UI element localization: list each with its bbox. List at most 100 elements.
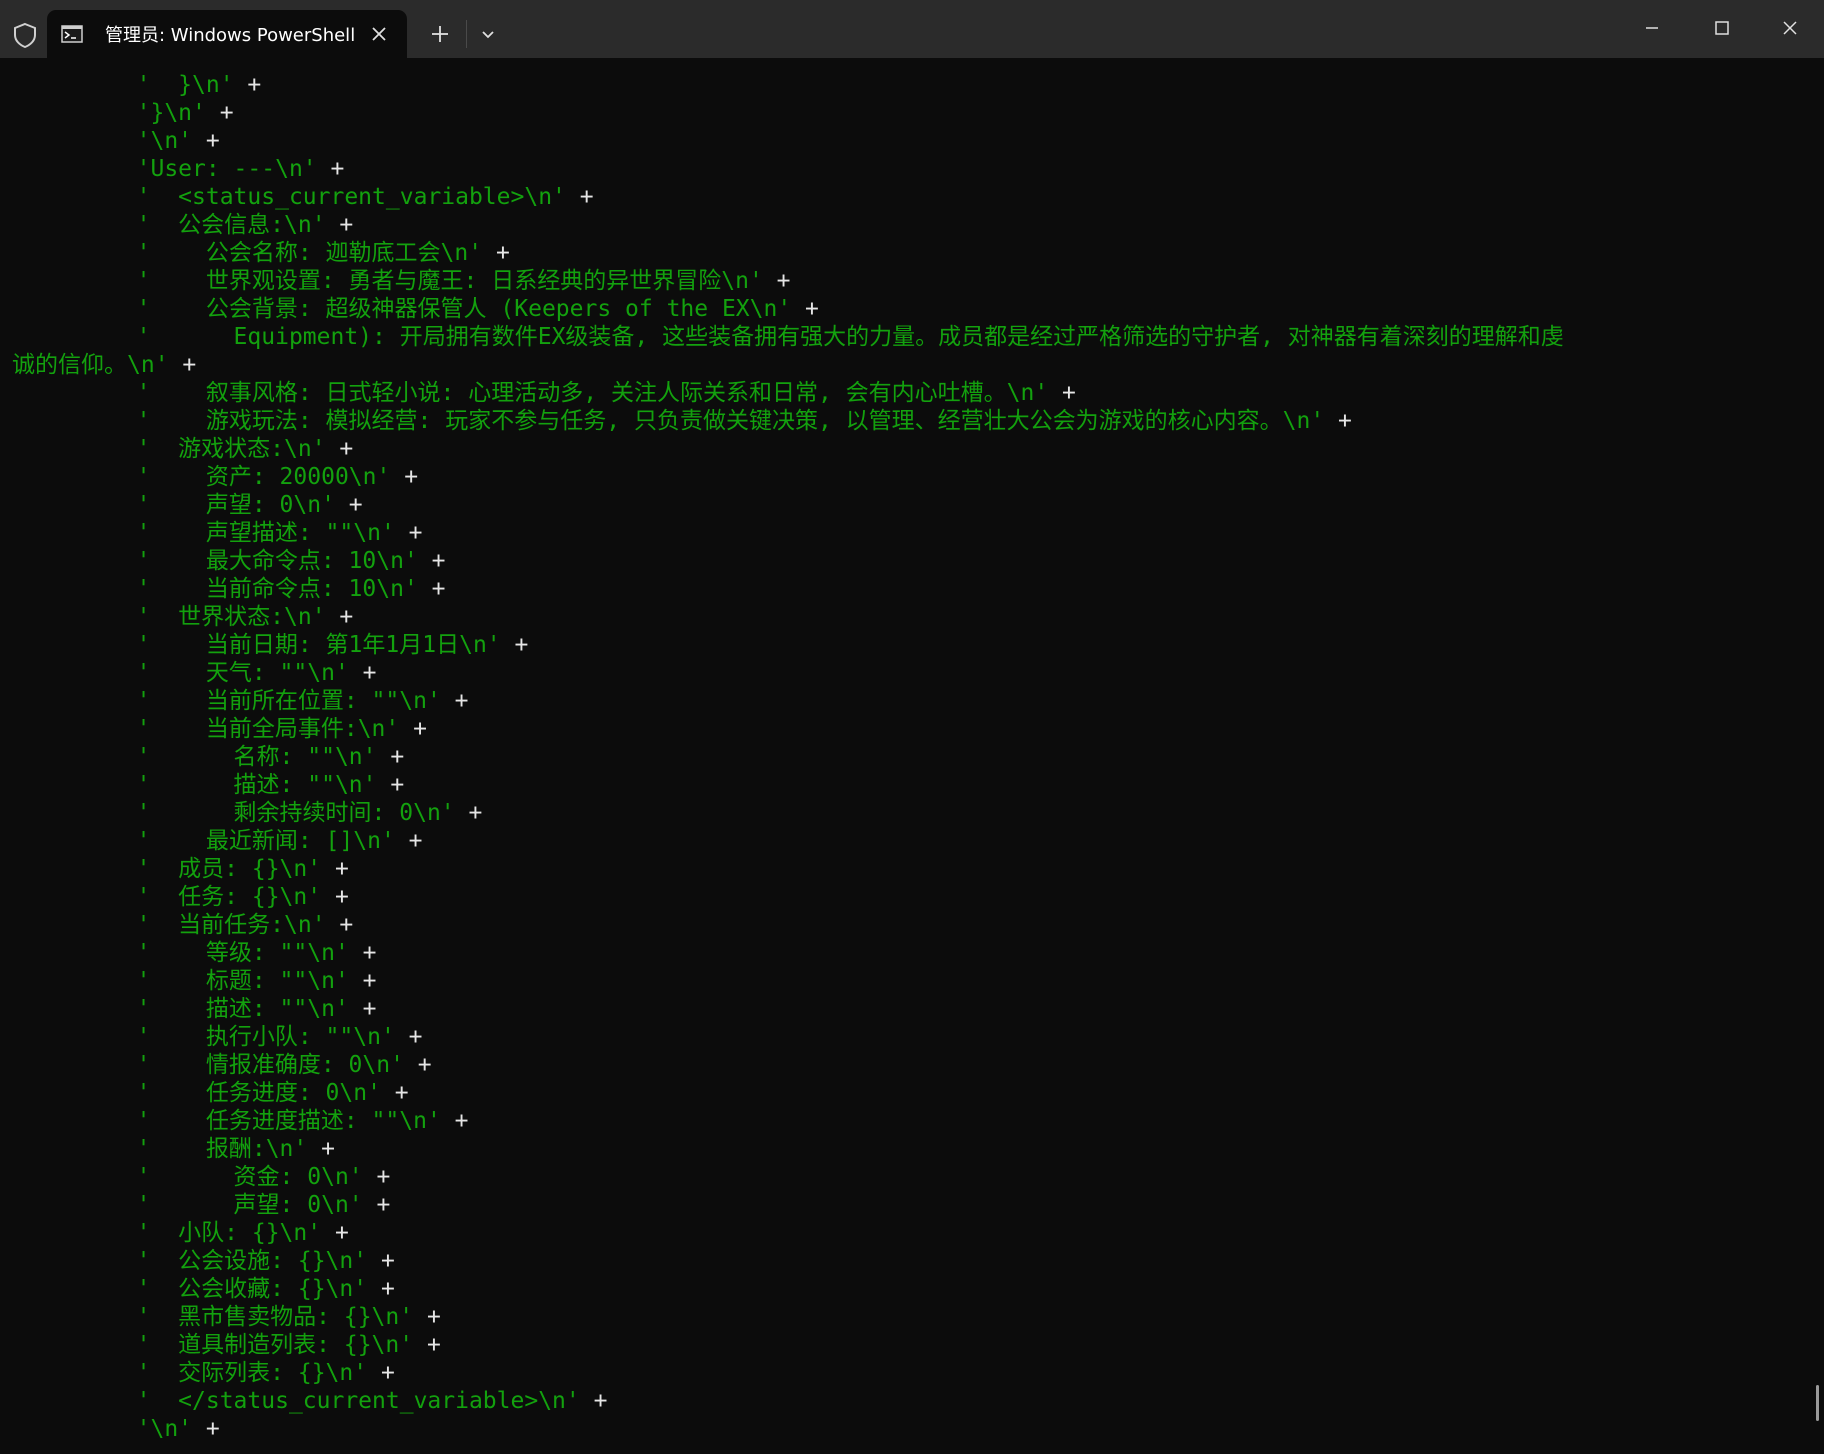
terminal-line: ' 标题: ""\n' +	[12, 967, 1812, 995]
concat-operator: +	[762, 268, 791, 294]
string-literal: ' 世界状态:\n'	[12, 604, 326, 630]
string-literal: ' 任务进度: 0\n'	[12, 1080, 381, 1106]
concat-operator: +	[394, 1024, 423, 1050]
concat-operator: +	[192, 1416, 220, 1442]
terminal-line: ' Equipment): 开局拥有数件EX级装备, 这些装备拥有强大的力量。成…	[12, 323, 1812, 351]
string-literal: 诚的信仰。\n'	[12, 352, 169, 378]
scrollbar-thumb[interactable]	[1816, 1385, 1819, 1421]
terminal-line: ' 世界状态:\n' +	[12, 603, 1812, 631]
terminal-line: ' 剩余持续时间: 0\n' +	[12, 799, 1812, 827]
string-literal: ' 名称: ""\n'	[12, 744, 377, 770]
chevron-down-icon[interactable]	[478, 24, 498, 44]
terminal-output[interactable]: ' }\n' + '}\n' + '\n' + 'User: ---\n' + …	[0, 58, 1812, 1454]
concat-operator: +	[325, 436, 354, 462]
terminal-line: ' 公会信息:\n' +	[12, 211, 1812, 239]
tab-divider	[466, 20, 467, 48]
concat-operator: +	[362, 1192, 391, 1218]
terminal-line: ' 叙事风格: 日式轻小说: 心理活动多, 关注人际关系和日常, 会有内心吐槽。…	[12, 379, 1812, 407]
minimize-icon[interactable]	[1640, 16, 1664, 40]
concat-operator: +	[403, 1052, 432, 1078]
concat-operator: +	[367, 1276, 395, 1302]
terminal-line: ' 公会收藏: {}\n' +	[12, 1275, 1812, 1303]
terminal-line: ' 成员: {}\n' +	[12, 855, 1812, 883]
shield-icon[interactable]	[12, 22, 38, 48]
terminal-line: ' 任务进度描述: ""\n' +	[12, 1107, 1812, 1135]
terminal-line: '}\n' +	[12, 99, 1812, 127]
terminal-line: '\n' +	[12, 127, 1812, 155]
string-literal: ' 公会信息:\n'	[12, 212, 326, 238]
string-literal: ' 成员: {}\n'	[12, 856, 322, 882]
string-literal: ' 游戏状态:\n'	[12, 436, 326, 462]
terminal-line: ' 游戏玩法: 模拟经营: 玩家不参与任务, 只负责做关键决策, 以管理、经营壮…	[12, 407, 1812, 435]
string-literal: ' 当前命令点: 10\n'	[12, 576, 418, 602]
string-literal: ' 天气: ""\n'	[12, 660, 349, 686]
string-literal: ' 声望: 0\n'	[12, 492, 335, 518]
terminal-line: ' 资金: 0\n' +	[12, 1163, 1812, 1191]
concat-operator: +	[321, 884, 349, 910]
string-literal: ' 最近新闻: []\n'	[12, 828, 395, 854]
concat-operator: +	[565, 184, 594, 210]
concat-operator: +	[390, 464, 419, 490]
string-literal: ' 描述: ""\n'	[12, 996, 349, 1022]
concat-operator: +	[413, 1304, 441, 1330]
concat-operator: +	[362, 1164, 391, 1190]
string-literal: ' 世界观设置: 勇者与魔王: 日系经典的异世界冒险\n'	[12, 268, 763, 294]
close-icon[interactable]	[369, 24, 389, 44]
terminal-line: ' 声望: 0\n' +	[12, 1191, 1812, 1219]
terminal-icon	[61, 25, 83, 43]
terminal-line: ' 报酬:\n' +	[12, 1135, 1812, 1163]
terminal-line: ' 公会背景: 超级神器保管人 (Keepers of the EX\n' +	[12, 295, 1812, 323]
string-literal: ' 当前所在位置: ""\n'	[12, 688, 441, 714]
concat-operator: +	[367, 1248, 395, 1274]
terminal-line: ' 资产: 20000\n' +	[12, 463, 1812, 491]
string-literal: ' 描述: ""\n'	[12, 772, 377, 798]
terminal-line: ' 当前任务:\n' +	[12, 911, 1812, 939]
string-literal: ' 执行小队: ""\n'	[12, 1024, 395, 1050]
string-literal: ' 小队: {}\n'	[12, 1220, 322, 1246]
string-literal: ' 当前全局事件:\n'	[12, 716, 400, 742]
concat-operator: +	[482, 240, 510, 266]
string-literal: ' 公会名称: 迦勒底工会\n'	[12, 240, 483, 266]
concat-operator: +	[376, 744, 405, 770]
string-literal: ' }\n'	[12, 72, 234, 98]
terminal-line: 诚的信仰。\n' +	[12, 351, 1812, 379]
terminal-line: ' 任务进度: 0\n' +	[12, 1079, 1812, 1107]
concat-operator: +	[233, 72, 262, 98]
string-literal: ' 任务进度描述: ""\n'	[12, 1108, 441, 1134]
title-bar: 管理员: Windows PowerShell	[0, 0, 1824, 58]
terminal-line: ' 黑市售卖物品: {}\n' +	[12, 1303, 1812, 1331]
concat-operator: +	[394, 520, 423, 546]
string-literal: ' 剩余持续时间: 0\n'	[12, 800, 455, 826]
terminal-line: ' 描述: ""\n' +	[12, 771, 1812, 799]
close-icon[interactable]	[1778, 16, 1802, 40]
terminal-line: ' 道具制造列表: {}\n' +	[12, 1331, 1812, 1359]
concat-operator: +	[500, 632, 529, 658]
terminal-line: ' 公会名称: 迦勒底工会\n' +	[12, 239, 1812, 267]
concat-operator: +	[417, 548, 446, 574]
terminal-line: ' 执行小队: ""\n' +	[12, 1023, 1812, 1051]
tab-powershell[interactable]: 管理员: Windows PowerShell	[47, 10, 407, 58]
concat-operator: +	[399, 716, 427, 742]
terminal-line: ' 当前日期: 第1年1月1日\n' +	[12, 631, 1812, 659]
plus-icon[interactable]	[428, 22, 452, 46]
string-literal: '\n'	[12, 1416, 193, 1442]
string-literal: ' </status_current_variable>\n'	[12, 1388, 580, 1414]
terminal-line: ' 公会设施: {}\n' +	[12, 1247, 1812, 1275]
concat-operator: +	[440, 688, 469, 714]
string-literal: ' 交际列表: {}\n'	[12, 1360, 368, 1386]
string-literal: ' 道具制造列表: {}\n'	[12, 1332, 414, 1358]
string-literal: ' 情报准确度: 0\n'	[12, 1052, 404, 1078]
concat-operator: +	[307, 1136, 335, 1162]
concat-operator: +	[348, 660, 377, 686]
string-literal: ' 声望: 0\n'	[12, 1192, 363, 1218]
terminal-line: ' 当前所在位置: ""\n' +	[12, 687, 1812, 715]
string-literal: ' 公会设施: {}\n'	[12, 1248, 368, 1274]
concat-operator: +	[579, 1388, 608, 1414]
concat-operator: +	[192, 128, 220, 154]
terminal-line: ' <status_current_variable>\n' +	[12, 183, 1812, 211]
maximize-icon[interactable]	[1710, 16, 1734, 40]
terminal-line: ' 最大命令点: 10\n' +	[12, 547, 1812, 575]
concat-operator: +	[1048, 380, 1076, 406]
concat-operator: +	[413, 1332, 441, 1358]
string-literal: ' 公会背景: 超级神器保管人 (Keepers of the EX\n'	[12, 296, 792, 322]
